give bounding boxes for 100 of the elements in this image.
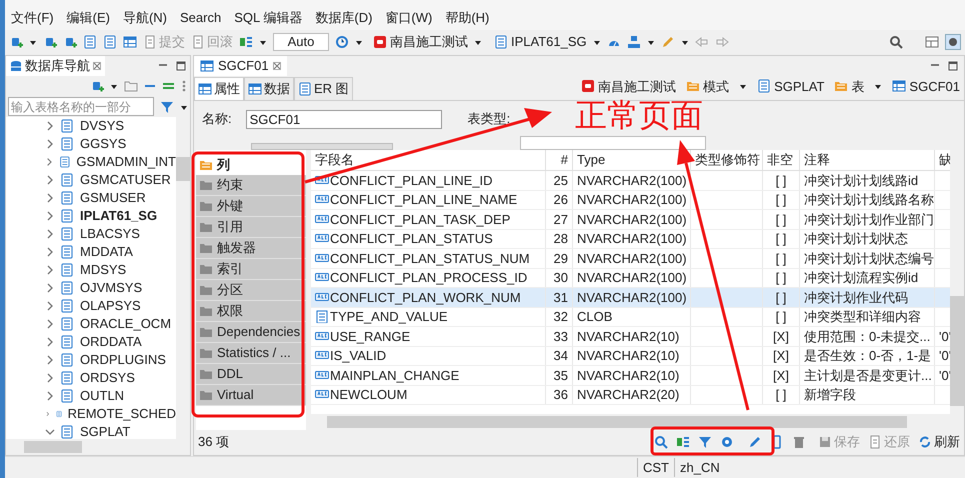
filter-field[interactable]: 输入表格名称的一部分 <box>8 97 154 116</box>
scroll-thumb[interactable] <box>176 157 190 181</box>
pencil-icon[interactable] <box>748 435 762 449</box>
tree-item[interactable]: MDDATA <box>80 242 133 262</box>
chevron-icon[interactable] <box>46 211 54 221</box>
caret-icon[interactable] <box>110 82 118 90</box>
editor-subtab[interactable]: 属性 <box>194 77 244 100</box>
caret-icon[interactable] <box>592 38 601 46</box>
new-connection-icon[interactable] <box>90 79 104 93</box>
breadcrumb-item[interactable]: 表 <box>834 76 864 96</box>
chevron-icon[interactable] <box>46 157 53 167</box>
link-icon[interactable] <box>162 80 176 92</box>
plug-icon[interactable] <box>43 35 57 49</box>
chevron-icon[interactable] <box>46 391 54 401</box>
menu-item[interactable]: 编辑(E) <box>66 8 110 27</box>
tree-item[interactable]: GGSYS <box>80 134 126 154</box>
section-tab[interactable]: DDL <box>196 364 306 385</box>
filter-icon[interactable] <box>698 435 712 449</box>
table-row[interactable]: CONFLICT_PLAN_PROCESS_ID 30 NVARCHAR2(100) [ ] 冲突计划流程实例id <box>311 268 950 288</box>
tree-item[interactable]: GSMCATUSER <box>80 170 171 190</box>
chevron-icon[interactable] <box>46 121 54 131</box>
section-tab[interactable]: 约束 <box>196 175 306 196</box>
scroll-thumb[interactable] <box>950 296 964 406</box>
section-tab[interactable]: 权限 <box>196 301 306 322</box>
section-tab[interactable]: Statistics / ... <box>196 343 306 364</box>
editor-subtab[interactable]: ER 图 <box>294 77 353 100</box>
search-icon[interactable] <box>654 435 668 449</box>
scroll-thumb[interactable] <box>24 441 82 453</box>
breadcrumb-item[interactable]: 模式 <box>686 76 730 96</box>
scroll-thumb[interactable] <box>327 416 907 428</box>
chevron-icon[interactable] <box>46 265 54 275</box>
menu-item[interactable]: 窗口(W) <box>385 8 432 27</box>
scrollbar[interactable] <box>311 414 964 430</box>
columns-icon[interactable] <box>676 435 690 449</box>
maximize-icon[interactable] <box>176 61 186 71</box>
table-row[interactable]: CONFLICT_PLAN_LINE_ID 25 NVARCHAR2(100) [ ] 冲突计划计划线路id <box>311 171 950 190</box>
mode-field[interactable]: Auto <box>273 33 329 51</box>
tree-item[interactable]: ORDPLUGINS <box>80 350 166 370</box>
editor-tab[interactable]: SGCF01 <box>194 56 287 76</box>
caret-icon[interactable] <box>29 38 37 46</box>
tree-item[interactable]: MDSYS <box>80 260 126 280</box>
column-header[interactable]: 注释 <box>800 150 935 170</box>
transaction-icon[interactable] <box>239 35 253 49</box>
menu-item[interactable]: Search <box>180 8 222 27</box>
caret-icon[interactable] <box>259 38 267 46</box>
section-tab[interactable]: Virtual <box>196 385 306 406</box>
caret-icon[interactable] <box>646 38 655 46</box>
tree-item[interactable]: ORDDATA <box>80 332 142 352</box>
caret-icon[interactable] <box>680 38 689 46</box>
column-header[interactable]: # <box>546 150 573 170</box>
section-tab[interactable]: 索引 <box>196 259 306 280</box>
table-row[interactable]: CONFLICT_PLAN_STATUS_NUM 29 NVARCHAR2(100) [ ] 冲突计划计划状态编号 <box>311 249 950 268</box>
tree-item[interactable]: OLAPSYS <box>80 296 141 316</box>
table-row[interactable]: TYPE_AND_VALUE 32 CLOB [ ] 冲突类型和详细内容 <box>311 308 950 327</box>
close-icon[interactable] <box>93 62 101 70</box>
filter-icon[interactable] <box>160 100 174 114</box>
trash-icon[interactable] <box>792 435 806 449</box>
section-tab[interactable]: 外键 <box>196 196 306 217</box>
more-icon[interactable] <box>182 80 186 92</box>
table-icon[interactable] <box>123 35 137 49</box>
refresh-button[interactable]: 刷新 <box>918 432 960 452</box>
table-row[interactable]: CONFLICT_PLAN_WORK_NUM 31 NVARCHAR2(100) [ ] 冲突计划作业代码 <box>311 288 950 308</box>
clock-icon[interactable] <box>335 35 349 49</box>
perspective-icon[interactable] <box>945 34 961 50</box>
network-icon[interactable] <box>626 35 641 49</box>
table-row[interactable]: CONFLICT_PLAN_LINE_NAME 26 NVARCHAR2(100) [ ] 冲突计划计划线路名称 <box>311 190 950 210</box>
search-icon[interactable] <box>889 35 903 49</box>
editor-subtab[interactable]: 数据 <box>244 77 294 100</box>
table-row[interactable]: NEWCLOUM 36 NVARCHAR2(20) [ ] 新增字段 <box>311 386 950 405</box>
schema-icon[interactable] <box>103 35 117 49</box>
chevron-icon[interactable] <box>46 373 54 383</box>
maximize-icon[interactable] <box>948 61 958 71</box>
breadcrumb-item[interactable]: SGPLAT <box>757 76 824 96</box>
scrollbar[interactable] <box>6 439 190 455</box>
tree-item[interactable]: OUTLN <box>80 386 124 406</box>
navigator-tab[interactable]: 数据库导航 <box>6 56 105 76</box>
tree-item[interactable]: SGPLAT <box>80 422 130 439</box>
plug-icon[interactable] <box>63 35 77 49</box>
schema-icon[interactable] <box>83 35 97 49</box>
name-field[interactable]: SGCF01 <box>246 110 442 128</box>
tree-item[interactable]: ORDSYS <box>80 368 135 388</box>
settings-icon[interactable] <box>720 435 734 449</box>
chevron-icon[interactable] <box>46 193 54 203</box>
menu-item[interactable]: SQL 编辑器 <box>234 8 302 27</box>
column-header[interactable]: 字段名 <box>311 150 546 170</box>
menu-item[interactable]: 数据库(D) <box>315 8 372 27</box>
tree-item[interactable]: OJVMSYS <box>80 278 142 298</box>
menu-item[interactable]: 文件(F) <box>11 8 54 27</box>
chevron-icon[interactable] <box>46 337 54 347</box>
caret-icon[interactable] <box>874 82 882 90</box>
column-header[interactable]: 非空 <box>763 150 800 170</box>
caret-icon[interactable] <box>355 38 363 46</box>
breadcrumb-item[interactable]: 南昌施工测试 <box>581 76 676 96</box>
input-field[interactable] <box>520 136 706 150</box>
section-tab[interactable]: Dependencies <box>196 322 306 343</box>
caret-icon[interactable] <box>474 38 482 46</box>
menu-item[interactable]: 帮助(H) <box>445 8 490 27</box>
section-tab[interactable]: 分区 <box>196 280 306 301</box>
chevron-icon[interactable] <box>45 428 55 436</box>
chevron-icon[interactable] <box>46 247 54 257</box>
